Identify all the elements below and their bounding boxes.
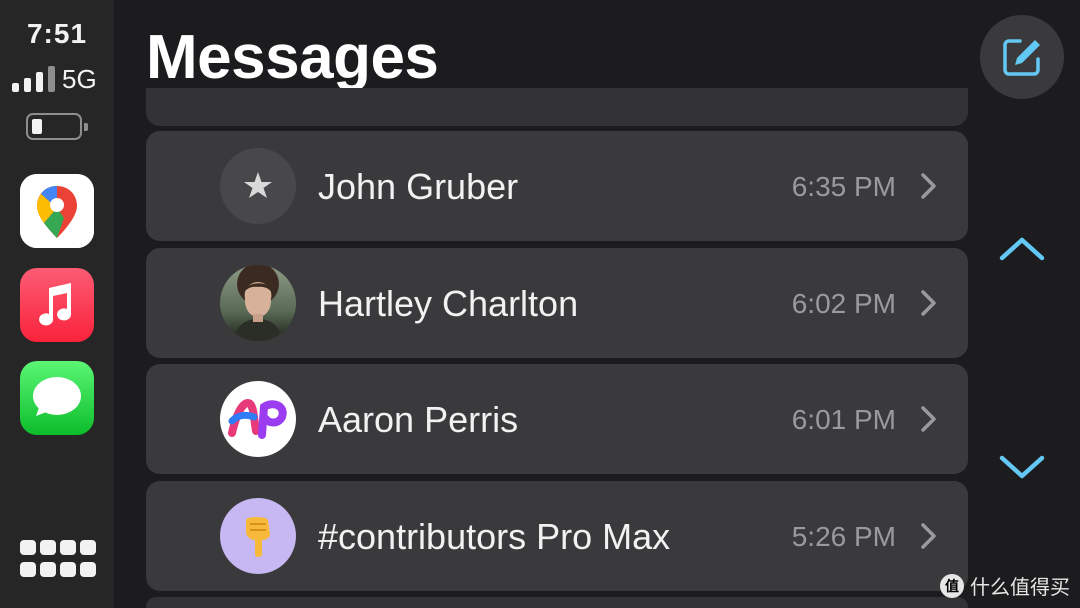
messages-app-icon[interactable] — [20, 361, 94, 435]
watermark-text: 什么值得买 — [970, 577, 1070, 599]
chevron-right-icon — [921, 406, 936, 432]
conversation-row[interactable]: Aaron Perris 6:01 PM — [146, 364, 968, 474]
contact-name: Hartley Charlton — [318, 283, 579, 324]
network-type: 5G — [62, 64, 97, 94]
conversation-row[interactable]: #contributors Pro Max 5:26 PM — [146, 481, 968, 591]
message-time: 6:02 PM — [791, 288, 896, 319]
google-maps-app-icon[interactable] — [20, 174, 94, 248]
messages-screen: Messages John Gruber 6:35 PM Hartley Cha… — [114, 0, 1080, 608]
signal-strength-icon — [12, 66, 58, 92]
chevron-right-icon — [921, 173, 936, 199]
app-grid-button[interactable] — [18, 537, 98, 581]
chevron-right-icon — [921, 523, 936, 549]
ap-logo-icon — [220, 381, 296, 457]
star-icon — [220, 148, 296, 224]
message-time: 5:26 PM — [791, 521, 896, 552]
status-time: 7:51 — [26, 18, 88, 49]
chevron-right-icon — [921, 290, 936, 316]
music-app-icon[interactable] — [20, 268, 94, 342]
contact-name: #contributors Pro Max — [318, 516, 671, 557]
avatar — [220, 265, 296, 341]
carplay-dock: 7:51 5G — [0, 0, 114, 608]
list-item-partial[interactable] — [146, 88, 968, 126]
list-item-partial[interactable] — [146, 597, 968, 608]
conversation-row[interactable]: Hartley Charlton 6:02 PM — [146, 248, 968, 358]
message-time: 6:01 PM — [791, 404, 896, 435]
compose-icon — [1003, 39, 1040, 76]
scroll-up-button[interactable] — [998, 234, 1046, 264]
watermark: 值 什么值得买 — [940, 571, 1070, 600]
battery-icon — [26, 113, 88, 140]
page-title: Messages — [146, 23, 439, 92]
contact-name: John Gruber — [318, 166, 519, 207]
conversation-row[interactable]: John Gruber 6:35 PM — [146, 131, 968, 241]
contact-name: Aaron Perris — [318, 399, 519, 440]
scroll-down-button[interactable] — [998, 452, 1046, 482]
compose-button[interactable] — [980, 15, 1064, 99]
message-time: 6:35 PM — [791, 171, 896, 202]
watermark-logo-icon: 值 — [940, 573, 964, 598]
pointing-hand-emoji-icon — [220, 498, 296, 574]
